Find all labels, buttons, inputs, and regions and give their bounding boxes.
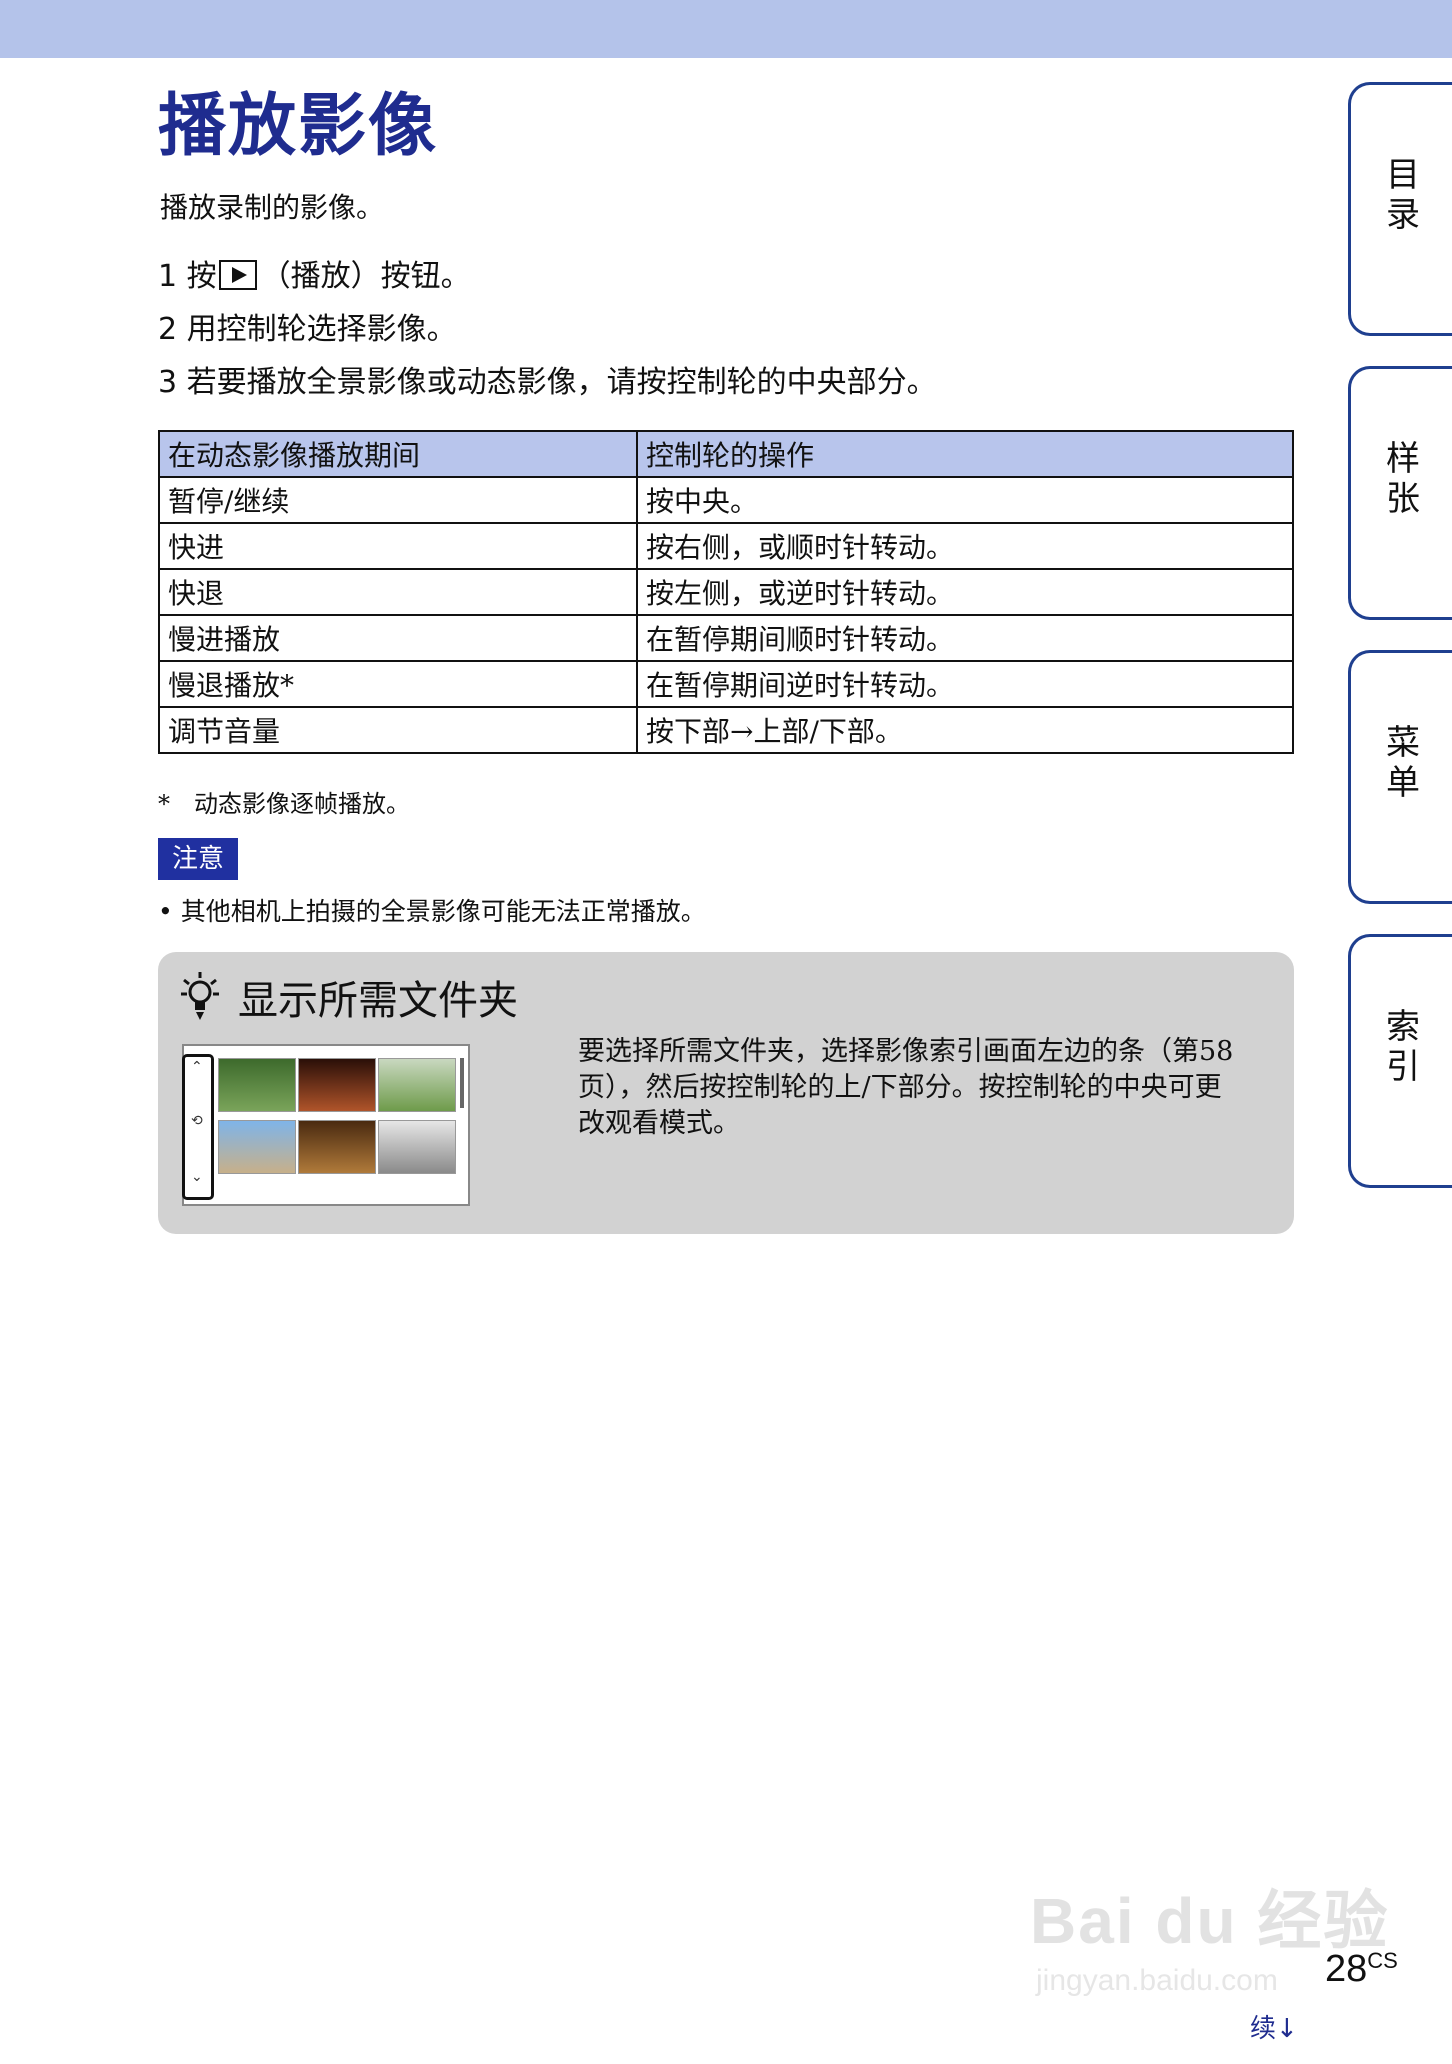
column-header: 控制轮的操作 — [636, 430, 1294, 478]
scroll-up-icon: ⌃ — [191, 1059, 203, 1075]
note-badge: 注意 — [158, 838, 238, 880]
step-text-before: 按 — [186, 259, 217, 294]
table-cell: 按左侧，或逆时针转动。 — [636, 568, 1294, 616]
table-cell: 慢进播放 — [158, 614, 638, 662]
table-row: 快进 按右侧，或顺时针转动。 — [158, 522, 1294, 570]
tab-index[interactable]: 索引 — [1348, 934, 1452, 1188]
table-cell: 调节音量 — [158, 706, 638, 754]
page-title: 播放影像 — [158, 87, 439, 166]
tab-label: 菜单 — [1386, 723, 1420, 803]
table-row: 慢进播放 在暂停期间顺时针转动。 — [158, 614, 1294, 662]
watermark-url: jingyan.baidu.com — [1036, 1964, 1278, 1997]
page-number: 28CS — [1325, 1948, 1398, 1991]
index-screen-illustration: ⌃ ⟲ ⌄ — [182, 1044, 470, 1206]
tab-label: 样张 — [1386, 439, 1420, 519]
intro-text: 播放录制的影像。 — [160, 191, 385, 224]
folder-switch-icon: ⟲ — [191, 1113, 203, 1129]
tab-samples[interactable]: 样张 — [1348, 366, 1452, 620]
tab-label: 索引 — [1386, 1007, 1420, 1087]
lightbulb-icon — [181, 972, 219, 1020]
table-cell: 快进 — [158, 522, 638, 570]
table-row: 暂停/继续 按中央。 — [158, 476, 1294, 524]
continued-link[interactable]: 续↓ — [1250, 2008, 1298, 2045]
play-button-icon — [218, 259, 257, 290]
tip-title: 显示所需文件夹 — [238, 978, 518, 1024]
table-cell: 按右侧，或顺时针转动。 — [636, 522, 1294, 570]
table-cell: 按下部→上部/下部。 — [636, 706, 1294, 754]
footnote: * 动态影像逐帧播放。 — [158, 790, 410, 818]
table-cell: 按中央。 — [636, 476, 1294, 524]
thumbnail — [298, 1120, 376, 1174]
table-row: 调节音量 按下部→上部/下部。 — [158, 706, 1294, 754]
step-text: 若要播放全景影像或动态影像，请按控制轮的中央部分。 — [186, 365, 937, 400]
tab-contents[interactable]: 目录 — [1348, 82, 1452, 336]
table-cell: 快退 — [158, 568, 638, 616]
table-cell: 暂停/继续 — [158, 476, 638, 524]
table-cell: 在暂停期间顺时针转动。 — [636, 614, 1294, 662]
step-number: 1 — [158, 259, 178, 294]
step-text: 用控制轮选择影像。 — [186, 312, 457, 347]
top-band — [0, 0, 1452, 58]
scrollbar — [460, 1058, 464, 1108]
thumbnail — [218, 1120, 296, 1174]
tab-menu[interactable]: 菜单 — [1348, 650, 1452, 904]
step-3: 3 若要播放全景影像或动态影像，请按控制轮的中央部分。 — [158, 356, 937, 409]
column-header: 在动态影像播放期间 — [158, 430, 638, 478]
folder-bar: ⌃ ⟲ ⌄ — [182, 1054, 214, 1200]
tab-label: 目录 — [1386, 155, 1420, 235]
thumbnail — [218, 1058, 296, 1112]
page-number-value: 28 — [1325, 1948, 1368, 1990]
operations-table: 在动态影像播放期间 控制轮的操作 暂停/继续 按中央。 快进 按右侧，或顺时针转动。… — [158, 430, 1294, 754]
table-cell: 在暂停期间逆时针转动。 — [636, 660, 1294, 708]
step-2: 2 用控制轮选择影像。 — [158, 303, 937, 356]
thumbnail — [378, 1120, 456, 1174]
thumbnail — [378, 1058, 456, 1112]
note-text: • 其他相机上拍摄的全景影像可能无法正常播放。 — [158, 897, 706, 926]
table-header-row: 在动态影像播放期间 控制轮的操作 — [158, 430, 1294, 478]
page-number-suffix: CS — [1367, 1948, 1398, 1973]
table-row: 快退 按左侧，或逆时针转动。 — [158, 568, 1294, 616]
step-text-after: （播放）按钮。 — [260, 259, 471, 294]
step-number: 2 — [158, 312, 178, 347]
scroll-down-icon: ⌄ — [191, 1169, 203, 1185]
tip-box: 显示所需文件夹 ⌃ ⟲ ⌄ 要选择所需文件夹，选择影像索引画面左边的条（第58页… — [158, 952, 1294, 1234]
steps-list: 1 按 （播放）按钮。 2 用控制轮选择影像。 3 若要播放全景影像或动态影像，请… — [158, 250, 937, 409]
table-row: 慢退播放* 在暂停期间逆时针转动。 — [158, 660, 1294, 708]
step-1: 1 按 （播放）按钮。 — [158, 250, 937, 303]
table-cell: 慢退播放* — [158, 660, 638, 708]
tip-text: 要选择所需文件夹，选择影像索引画面左边的条（第58页），然后按控制轮的上/下部分… — [578, 1036, 1234, 1139]
step-number: 3 — [158, 365, 178, 400]
thumbnail — [298, 1058, 376, 1112]
